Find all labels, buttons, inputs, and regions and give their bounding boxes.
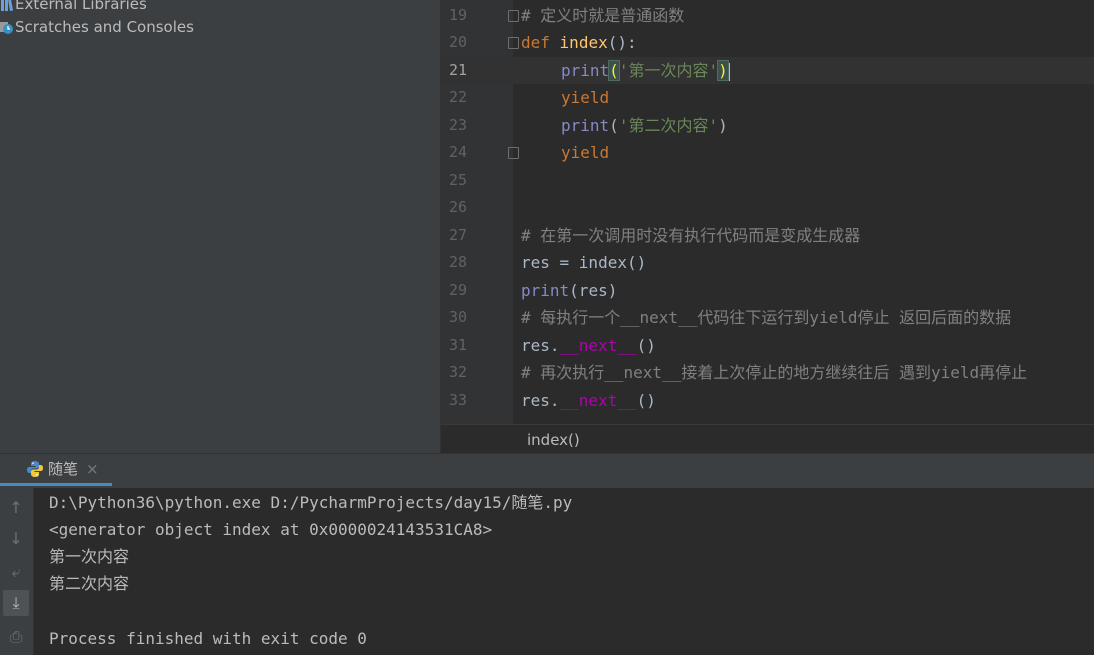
code-text: res. [521,391,560,410]
code-comment: # 再次执行__next__接着上次停止的地方继续往后 遇到yield再停止 [521,363,1028,382]
close-icon[interactable]: × [86,460,99,478]
code-text: (res) [569,281,618,300]
code-line: 28 res = index() [441,249,1094,276]
tree-item-external-libraries[interactable]: External Libraries [0,0,147,15]
breadcrumb: index() [441,424,1094,454]
code-line: 25 [441,167,1094,194]
code-line: 19 # 定义时就是普通函数 [441,2,1094,29]
code-string: '第二次内容' [618,116,719,135]
code-comment: # 定义时就是普通函数 [521,6,685,25]
code-line: 33 res.__next__() [441,387,1094,414]
line-number: 26 [448,198,467,216]
line-number: 31 [448,336,467,354]
soft-wrap-icon[interactable]: ⤶ [3,559,29,585]
code-text: (): [607,33,637,52]
code-line: 23 print('第二次内容') [441,112,1094,139]
code-text: res = index() [521,253,647,272]
line-number: 33 [448,391,467,409]
line-number: 22 [448,88,467,106]
code-line: 30 # 每执行一个__next__代码往下运行到yield停止 返回后面的数据 [441,304,1094,331]
console-line: <generator object index at 0x00000241435… [49,520,493,539]
bracket-match: ) [717,60,729,81]
project-pane: External Libraries Scratches and Console… [0,0,441,453]
arrow-up-icon[interactable]: ↑ [3,494,29,520]
code-text: ) [718,116,728,135]
code-comment: # 在第一次调用时没有执行代码而是变成生成器 [521,226,861,245]
line-number: 25 [448,171,467,189]
line-number: 32 [448,363,467,381]
console-line: 第一次内容 [49,547,130,566]
code-string: '第一次内容' [618,61,719,80]
line-number: 28 [448,253,467,271]
run-toolwindow-header: 随笔 × [0,453,1094,489]
code-keyword: def [521,33,550,52]
tree-item-label: Scratches and Consoles [15,18,194,36]
console-line: Process finished with exit code 0 [49,629,367,648]
breadcrumb-item[interactable]: index() [527,431,580,449]
code-text: ( [609,116,619,135]
line-number: 23 [448,116,467,134]
text-caret [727,62,730,81]
code-builtin: print [561,61,610,80]
code-magic-method: __next__ [559,336,637,355]
code-text: () [636,391,656,410]
library-icon [0,0,15,12]
line-number: 30 [448,308,467,326]
bracket-match: ( [608,60,620,81]
line-number: 24 [448,143,467,161]
code-function-name: index [559,33,608,52]
print-icon[interactable]: ⎙ [3,624,29,650]
fold-marker-icon[interactable] [508,147,519,159]
code-line: 27 # 在第一次调用时没有执行代码而是变成生成器 [441,222,1094,249]
arrow-down-icon[interactable]: ↓ [3,525,29,551]
line-number: 20 [448,33,467,51]
code-line: 22 yield [441,84,1094,111]
tree-item-scratches[interactable]: Scratches and Consoles [0,16,194,38]
console-line: 第二次内容 [49,574,130,593]
run-side-toolbar: ↑ ↓ ⤶ ⤓ ⎙ [0,488,34,655]
code-line: 24 yield [441,139,1094,166]
scroll-to-end-icon[interactable]: ⤓ [3,590,29,616]
python-icon [26,460,44,478]
code-line: 32 # 再次执行__next__接着上次停止的地方继续往后 遇到yield再停… [441,359,1094,386]
line-number: 29 [448,281,467,299]
line-number: 19 [448,6,467,24]
code-keyword: yield [561,88,610,107]
code-keyword: yield [561,143,610,162]
code-text: res. [521,336,560,355]
code-comment: # 每执行一个__next__代码往下运行到yield停止 返回后面的数据 [521,308,1012,327]
code-text: () [636,336,656,355]
scratches-icon [0,20,15,35]
code-builtin: print [521,281,570,300]
fold-marker-icon[interactable] [508,37,519,49]
console-line: D:\Python36\python.exe D:/PycharmProject… [49,493,573,512]
fold-marker-icon[interactable] [508,10,519,22]
tree-item-label: External Libraries [15,0,147,13]
line-number: 27 [448,226,467,244]
code-line: 20 def index(): [441,29,1094,56]
run-tab-label: 随笔 [48,460,79,478]
code-line: 26 [441,194,1094,221]
code-builtin: print [561,116,610,135]
code-line-current: 21 print('第一次内容') [441,57,1094,84]
code-editor[interactable]: 19 # 定义时就是普通函数 20 def index(): 21 print(… [441,0,1094,424]
console-output[interactable]: D:\Python36\python.exe D:/PycharmProject… [34,488,1094,655]
code-line: 29 print(res) [441,277,1094,304]
code-magic-method: __next__ [559,391,637,410]
code-line: 31 res.__next__() [441,332,1094,359]
run-tab[interactable]: 随笔 × [0,454,112,486]
line-number: 21 [448,61,467,79]
